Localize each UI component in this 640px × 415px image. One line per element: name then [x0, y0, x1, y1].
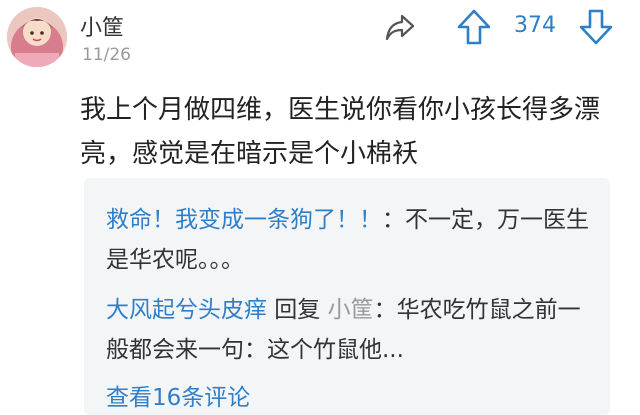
share-button[interactable]	[383, 10, 417, 44]
upvote-arrow-icon	[457, 9, 491, 45]
username[interactable]: 小筐	[80, 10, 124, 42]
comment-date: 11/26	[82, 45, 131, 65]
upvote-button[interactable]	[456, 8, 492, 46]
reply-author[interactable]: 大风起兮头皮痒	[106, 297, 267, 323]
share-icon	[385, 14, 415, 41]
vote-count: 374	[514, 13, 556, 38]
downvote-button[interactable]	[578, 8, 614, 46]
view-more-comments-link[interactable]: 查看16条评论	[106, 378, 250, 415]
reply-author[interactable]: 救命！我变成一条狗了！！	[106, 207, 382, 233]
downvote-arrow-icon	[579, 9, 613, 45]
reply-item: 救命！我变成一条狗了！！：不一定，万一医生是华农呢。。。	[106, 200, 596, 280]
replies-panel: 救命！我变成一条狗了！！：不一定，万一医生是华农呢。。。 大风起兮头皮痒 回复 …	[84, 178, 610, 415]
reply-separator: ：	[382, 207, 405, 233]
reply-separator: ：	[373, 297, 397, 323]
reply-keyword: 回复	[267, 297, 328, 323]
avatar-illustration	[7, 7, 67, 67]
comment-content: 我上个月做四维，医生说你看你小孩长得多漂亮，感觉是在暗示是个小棉袄	[80, 95, 601, 169]
reply-item: 大风起兮头皮痒 回复 小筐：华农吃竹鼠之前一般都会来一句：这个竹鼠他...	[106, 290, 596, 370]
avatar[interactable]	[7, 7, 67, 67]
reply-target-user[interactable]: 小筐	[328, 297, 374, 323]
